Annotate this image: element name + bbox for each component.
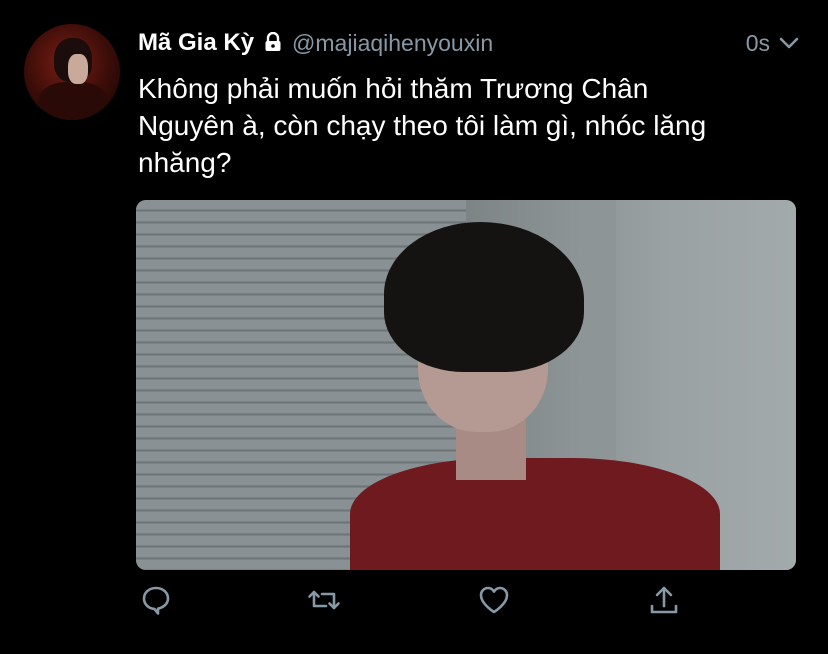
action-bar bbox=[138, 582, 698, 622]
hair bbox=[384, 222, 584, 372]
reply-icon[interactable] bbox=[138, 582, 174, 618]
tweet-text: Không phải muốn hỏi thăm Trương Chân Ngu… bbox=[138, 73, 707, 178]
tweet-header: Mã Gia Kỳ @majiaqihenyouxin 0s bbox=[138, 26, 800, 60]
tweet-image[interactable] bbox=[136, 200, 796, 570]
user-handle[interactable]: @majiaqihenyouxin bbox=[292, 30, 493, 57]
timestamp[interactable]: 0s bbox=[746, 30, 770, 57]
display-name[interactable]: Mã Gia Kỳ bbox=[138, 29, 254, 57]
avatar[interactable] bbox=[24, 24, 120, 120]
chevron-down-icon[interactable] bbox=[778, 32, 800, 54]
share-icon[interactable] bbox=[646, 582, 682, 618]
red-shirt bbox=[350, 458, 720, 570]
heart-icon[interactable] bbox=[476, 582, 512, 618]
tweet-card[interactable]: Mã Gia Kỳ @majiaqihenyouxin 0s Không phả… bbox=[0, 0, 828, 654]
lock-icon bbox=[264, 31, 282, 52]
retweet-icon[interactable] bbox=[306, 582, 342, 618]
